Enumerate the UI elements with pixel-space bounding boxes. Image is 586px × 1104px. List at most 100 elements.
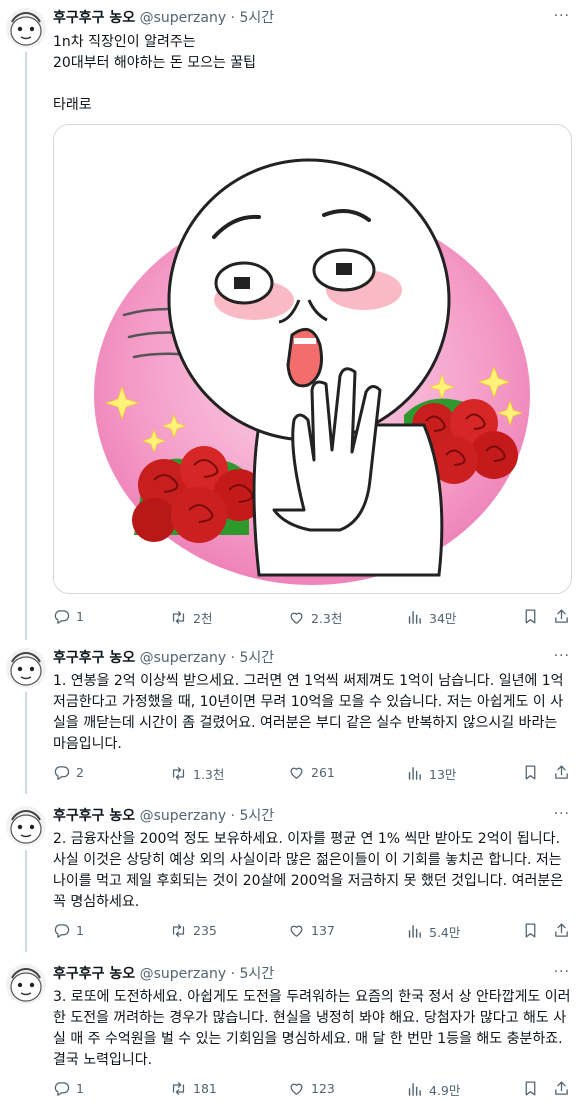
text-line: 1n차 직장인이 알려주는 [53,34,196,50]
avatar[interactable] [6,806,46,846]
retweet-count: 2천 [193,611,213,626]
more-options-icon[interactable]: ··· [554,648,570,664]
share-icon [553,1080,570,1097]
avatar[interactable] [6,8,46,48]
views-icon [406,1081,423,1098]
retweet-button[interactable]: 181 [170,1080,217,1097]
display-name[interactable]: 후구후구 농오 [53,808,135,824]
text-line: 20대부터 해야하는 돈 모으는 꿀팁 [53,55,257,71]
user-handle[interactable]: @superzany [140,10,227,26]
more-options-icon[interactable]: ··· [554,806,570,822]
views-button[interactable]: 34만 [406,608,456,627]
retweet-button[interactable]: 1.3천 [170,764,224,783]
bookmark-button[interactable] [522,922,545,939]
retweet-button[interactable]: 2천 [170,608,212,627]
action-bar: 1 2천 2.3천 34만 [53,608,573,628]
timestamp[interactable]: 5시간 [239,10,274,26]
reply-icon [53,922,70,939]
thread-line [25,850,27,952]
retweet-icon [170,765,187,782]
views-icon [406,923,423,940]
avatar[interactable] [6,964,46,1004]
tweet-text: 2. 금융자산을 200억 정도 보유하세요. 이자를 평균 연 1% 씩만 받… [53,831,564,910]
separator-dot: · [230,966,236,982]
share-button[interactable] [553,922,576,939]
more-options-icon[interactable]: ··· [554,964,570,980]
reply-button[interactable]: 1 [53,922,84,939]
views-icon [406,765,423,782]
views-button[interactable]: 5.4만 [406,922,460,941]
bookmark-icon [522,1080,539,1097]
reply-button[interactable]: 2 [53,764,84,781]
like-button[interactable]: 2.3천 [288,608,342,627]
like-icon [288,764,305,781]
display-name[interactable]: 후구후구 농오 [53,650,135,666]
action-bar: 2 1.3천 261 13만 [53,764,573,784]
separator-dot: · [230,10,236,26]
tweet-2[interactable]: 후구후구 농오 @superzany · 5시간 ··· 1. 연봉을 2억 이… [0,640,586,794]
thread-line [25,52,27,640]
like-icon [288,609,305,626]
share-icon [553,764,570,781]
tweet-header: 후구후구 농오 @superzany · 5시간 [53,806,274,826]
bookmark-button[interactable] [522,1080,545,1097]
tweet-image[interactable] [53,124,572,594]
views-button[interactable]: 4.9만 [406,1080,460,1099]
like-button[interactable]: 123 [288,1080,335,1097]
sticker-illustration [54,125,571,593]
tweet-1[interactable]: 후구후구 농오 @superzany · 5시간 ··· 1n차 직장인이 알려… [0,0,586,640]
retweet-count: 1.3천 [193,767,225,782]
more-options-icon[interactable]: ··· [554,8,570,24]
views-count: 5.4만 [429,925,461,940]
tweet-header: 후구후구 농오 @superzany · 5시간 [53,8,274,28]
timestamp[interactable]: 5시간 [239,650,274,666]
timestamp[interactable]: 5시간 [239,966,274,982]
reply-count: 1 [76,1081,84,1096]
share-icon [553,608,570,625]
bookmark-icon [522,764,539,781]
reply-icon [53,764,70,781]
retweet-count: 235 [193,923,217,938]
display-name[interactable]: 후구후구 농오 [53,966,135,982]
views-count: 34만 [429,611,457,626]
retweet-button[interactable]: 235 [170,922,217,939]
bookmark-button[interactable] [522,608,545,625]
tweet-4[interactable]: 후구후구 농오 @superzany · 5시간 ··· 3. 로또에 도전하세… [0,956,586,1104]
retweet-icon [170,609,187,626]
timestamp[interactable]: 5시간 [239,808,274,824]
user-handle[interactable]: @superzany [140,808,227,824]
views-count: 13만 [429,767,457,782]
share-icon [553,922,570,939]
bookmark-icon [522,608,539,625]
user-handle[interactable]: @superzany [140,650,227,666]
tweet-3[interactable]: 후구후구 농오 @superzany · 5시간 ··· 2. 금융자산을 20… [0,798,586,952]
reply-button[interactable]: 1 [53,608,84,625]
like-icon [288,922,305,939]
share-button[interactable] [553,764,576,781]
bookmark-button[interactable] [522,764,545,781]
tweet-text: 1n차 직장인이 알려주는 20대부터 해야하는 돈 모으는 꿀팁 타래로 [53,32,574,116]
share-button[interactable] [553,608,576,625]
display-name[interactable]: 후구후구 농오 [53,10,135,26]
user-handle[interactable]: @superzany [140,966,227,982]
action-bar: 1 235 137 5.4만 [53,922,573,942]
text-line: 타래로 [53,97,92,113]
reply-button[interactable]: 1 [53,1080,84,1097]
retweet-icon [170,1080,187,1097]
share-button[interactable] [553,1080,576,1097]
like-count: 123 [311,1081,335,1096]
like-count: 261 [311,765,335,780]
like-button[interactable]: 137 [288,922,335,939]
text-line [53,74,574,95]
reply-count: 2 [76,765,84,780]
action-bar: 1 181 123 4.9만 [53,1080,573,1100]
avatar[interactable] [6,648,46,688]
like-count: 137 [311,923,335,938]
like-icon [288,1080,305,1097]
like-button[interactable]: 261 [288,764,335,781]
thread-line [25,692,27,794]
like-count: 2.3천 [311,611,343,626]
separator-dot: · [230,650,236,666]
views-button[interactable]: 13만 [406,764,456,783]
tweet-text: 1. 연봉을 2억 이상씩 받으세요. 그러면 연 1억씩 써제껴도 1억이 남… [53,673,564,752]
